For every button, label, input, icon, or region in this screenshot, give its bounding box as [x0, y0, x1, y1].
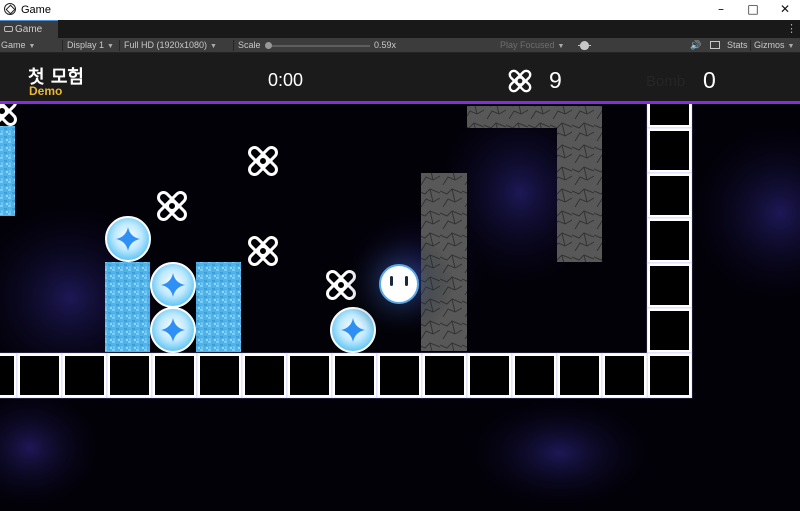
bomb-count: 0	[703, 67, 716, 93]
view-mode-dropdown[interactable]: Game ▼	[1, 40, 35, 50]
toolbar-divider	[119, 40, 120, 51]
x-cross-pickup	[237, 225, 289, 277]
timer: 0:00	[268, 70, 304, 90]
ice-block	[105, 262, 150, 352]
chevron-down-icon: ▼	[28, 43, 36, 50]
level-subtitle: Demo	[29, 84, 63, 98]
tab-bar: Game ⋮	[0, 20, 800, 38]
minimize-icon[interactable]: –	[704, 0, 738, 20]
gallery-icon[interactable]	[710, 41, 720, 49]
player-character	[344, 229, 454, 339]
orb-pickup	[150, 307, 196, 353]
more-options-icon[interactable]: ⋮	[786, 22, 797, 35]
tile-wall	[645, 81, 694, 400]
game-world	[0, 53, 800, 511]
play-mode-value: Play Focused	[500, 40, 555, 50]
bomb-label: Bomb	[646, 73, 686, 90]
window-title: Game	[21, 4, 51, 16]
chevron-down-icon: ▼	[557, 43, 565, 50]
orb-pickup	[150, 262, 196, 308]
ice-block	[0, 126, 15, 216]
x-cross-icon	[508, 69, 532, 93]
x-cross-pickup	[146, 180, 198, 232]
game-hud: 첫 모험 Demo 0:00 9 Bomb 0	[0, 53, 800, 104]
chevron-down-icon: ▼	[107, 43, 114, 50]
scale-value: 0.59x	[374, 40, 397, 50]
play-mode-dropdown[interactable]: Play Focused ▼	[500, 40, 564, 50]
scale-label: Scale	[238, 40, 261, 50]
maximize-icon[interactable]: □	[736, 0, 770, 20]
stats-button[interactable]: Stats	[727, 40, 748, 50]
stone-pillar	[557, 106, 602, 262]
toolbar-divider	[62, 40, 63, 51]
tile-floor	[0, 351, 649, 400]
x-cross-pickup	[237, 135, 289, 187]
bug-icon[interactable]	[578, 41, 591, 50]
game-scene	[0, 81, 800, 508]
resolution-dropdown[interactable]: Full HD (1920x1080) ▼	[124, 40, 217, 50]
x-count: 9	[549, 67, 562, 93]
chevron-down-icon: ▼	[210, 43, 217, 50]
display-value: Display 1	[67, 40, 105, 50]
gizmos-value: Gizmos	[754, 40, 785, 50]
gizmos-dropdown[interactable]: Gizmos ▼	[754, 40, 794, 50]
game-toolbar: Game ▼ Display 1 ▼ Full HD (1920x1080) ▼ Sc…	[0, 38, 800, 53]
view-mode-value: Game	[1, 40, 26, 50]
scale-slider-thumb[interactable]	[265, 42, 272, 49]
toolbar-divider	[233, 40, 234, 51]
game-viewport[interactable]: 첫 모험 Demo 0:00 9 Bomb 0	[0, 53, 800, 511]
orb-pickup	[105, 216, 151, 262]
display-dropdown[interactable]: Display 1 ▼	[67, 40, 114, 50]
ice-block	[196, 262, 241, 352]
gamepad-icon	[4, 26, 13, 32]
stone-ceiling	[467, 106, 557, 128]
audio-icon[interactable]: 🔊	[690, 40, 701, 51]
unity-logo-icon	[4, 3, 16, 15]
resolution-value: Full HD (1920x1080)	[124, 40, 208, 50]
tab-label: Game	[15, 24, 43, 35]
tab-game[interactable]: Game	[0, 20, 58, 38]
close-icon[interactable]: ✕	[768, 0, 800, 20]
chevron-down-icon: ▼	[787, 43, 795, 50]
scale-slider-track[interactable]	[268, 45, 370, 47]
window-titlebar: Game – □ ✕	[0, 0, 800, 20]
toolbar-divider	[750, 40, 751, 51]
